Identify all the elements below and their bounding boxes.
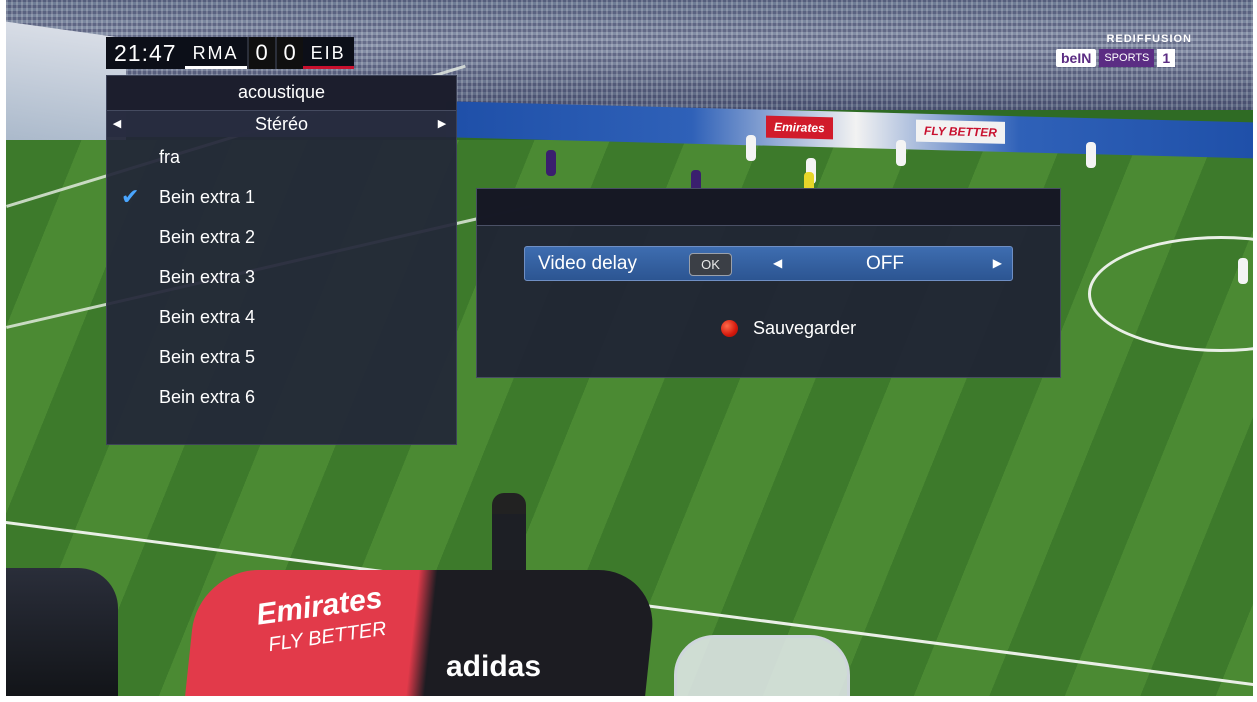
channel-logo: REDIFFUSION beIN SPORTS 1 (1056, 33, 1192, 71)
home-team: RMA (184, 37, 247, 69)
dialog-header (477, 189, 1060, 226)
audio-track-item[interactable]: Bein extra 5 (107, 337, 456, 377)
audio-track-menu: acoustique ◀ Stéréo ▶ fra ✔ Bein extra 1… (106, 75, 457, 445)
audio-mode-value: Stéréo (254, 114, 309, 134)
audio-track-label: Bein extra 6 (159, 387, 256, 407)
logo-network: SPORTS (1099, 49, 1155, 67)
logo-channel-number: 1 (1157, 49, 1176, 67)
audio-track-label: fra (159, 147, 181, 167)
bench-brand-text: adidas (446, 650, 542, 683)
audio-menu-title: acoustique (107, 76, 456, 111)
save-label: Sauvegarder (753, 317, 857, 338)
match-clock: 21:47 (114, 40, 177, 66)
ad-board-emirates: Emirates (766, 115, 833, 140)
player (746, 135, 756, 161)
audio-track-label: Bein extra 1 (159, 187, 256, 207)
player (896, 140, 906, 166)
team-bench (6, 568, 118, 696)
away-team: EIB (302, 37, 354, 69)
audio-track-item[interactable]: Bein extra 4 (107, 297, 456, 337)
rebroadcast-tag: REDIFFUSION (1106, 33, 1192, 45)
logo-brand: beIN (1056, 49, 1097, 67)
audio-track-item[interactable]: fra (107, 137, 456, 177)
right-arrow-icon[interactable]: ▶ (993, 247, 1002, 280)
save-button[interactable]: Sauvegarder (721, 316, 856, 340)
video-delay-value: OFF (866, 253, 904, 274)
checkmark-icon: ✔ (121, 184, 140, 209)
audio-track-item-selected[interactable]: ✔ Bein extra 1 (107, 177, 456, 217)
audio-track-item[interactable]: Bein extra 6 (107, 377, 456, 417)
video-delay-row[interactable]: Video delay OK ◀ OFF ▶ (524, 246, 1013, 281)
home-score: 0 (246, 37, 275, 69)
audio-track-label: Bein extra 4 (159, 307, 256, 327)
right-arrow-icon[interactable]: ▶ (434, 111, 450, 137)
ok-key-badge[interactable]: OK (689, 253, 732, 276)
left-arrow-icon[interactable]: ◀ (109, 111, 125, 137)
scorebug: 21:47 RMA 0 0 EIB (106, 37, 354, 69)
team-bench (183, 570, 659, 696)
left-arrow-icon[interactable]: ◀ (773, 247, 782, 280)
audio-mode-selector[interactable]: ◀ Stéréo ▶ (107, 111, 456, 137)
audio-track-label: Bein extra 2 (159, 227, 256, 247)
player (1086, 142, 1096, 168)
red-key-icon (721, 319, 738, 337)
audio-track-label: Bein extra 3 (159, 267, 256, 287)
ad-board-fly-better: FLY BETTER (916, 119, 1005, 144)
audio-track-list: fra ✔ Bein extra 1 Bein extra 2 Bein ext… (107, 137, 456, 417)
audio-track-label: Bein extra 5 (159, 347, 256, 367)
video-delay-label: Video delay (538, 253, 637, 274)
team-bench-glass (674, 635, 850, 696)
away-score: 0 (274, 37, 303, 69)
player (546, 150, 556, 176)
video-delay-dialog: Video delay OK ◀ OFF ▶ Sauvegarder (476, 188, 1061, 378)
player (1238, 258, 1248, 284)
audio-track-item[interactable]: Bein extra 2 (107, 217, 456, 257)
audio-track-item[interactable]: Bein extra 3 (107, 257, 456, 297)
